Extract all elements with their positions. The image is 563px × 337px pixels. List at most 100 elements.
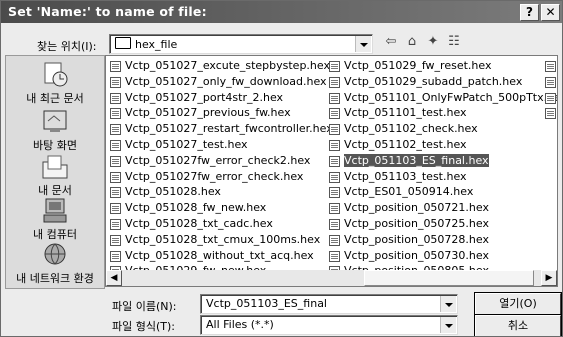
- file-name: Vctp_051027_previous_fw.hex: [125, 106, 291, 120]
- horizontal-scrollbar[interactable]: ◀ ▶: [106, 270, 557, 286]
- chevron-down-icon[interactable]: [440, 317, 456, 333]
- file-item[interactable]: V: [543, 90, 557, 106]
- look-in-label: 찾는 위치(I):: [37, 40, 97, 53]
- file-column: VVVV: [543, 58, 557, 121]
- hex-file-icon: [329, 171, 340, 183]
- back-icon[interactable]: ⇦: [382, 34, 400, 50]
- hex-file-icon: [329, 155, 340, 167]
- file-item[interactable]: Vctp_position_050728.hex: [327, 232, 543, 248]
- file-item[interactable]: Vctp_051027fw_error_check.hex: [108, 169, 326, 185]
- file-item[interactable]: Vctp_051028_txt_cadc.hex: [108, 216, 326, 232]
- file-name: Vctp_051029_fw_reset.hex: [344, 59, 492, 72]
- file-item[interactable]: Vctp_051101_test.hex: [327, 105, 543, 121]
- help-button[interactable]: ?: [520, 4, 539, 21]
- view-menu-icon[interactable]: ☷: [445, 34, 463, 50]
- file-name: Vctp_051028_fw_new.hex: [125, 201, 267, 215]
- file-item[interactable]: Vctp_position_050721.hex: [327, 200, 543, 216]
- new-folder-icon[interactable]: ✦: [424, 34, 442, 50]
- file-type-select[interactable]: All Files (*.*): [200, 315, 458, 335]
- file-item[interactable]: V: [543, 105, 557, 121]
- file-name-field[interactable]: Vctp_051103_ES_final: [200, 294, 458, 314]
- scrollbar-thumb[interactable]: [364, 270, 534, 286]
- cancel-button[interactable]: 취소: [475, 315, 561, 336]
- file-item[interactable]: Vctp_051029_fw_reset.hex: [327, 58, 543, 74]
- title-bar[interactable]: Set 'Name:' to name of file: ? ✕: [1, 1, 562, 23]
- place-label: 바탕 화면: [33, 139, 77, 152]
- file-name: Vctp_051028_txt_cmux_100ms.hex: [125, 232, 321, 246]
- file-name: Vctp_051102_check.hex: [344, 122, 478, 136]
- close-button[interactable]: ✕: [541, 4, 560, 21]
- place-network[interactable]: 내 네트워크 환경: [6, 240, 104, 286]
- file-item[interactable]: Vctp_051027_test.hex: [108, 137, 326, 153]
- file-item[interactable]: Vctp_051101_OnlyFwPatch_500pTtx.hex: [327, 90, 557, 106]
- file-name: Vctp_051027fw_error_check2.hex: [125, 153, 311, 167]
- file-item[interactable]: Vctp_051027_restart_fwcontroller.hex: [108, 121, 333, 137]
- file-name: Vctp_051028.hex: [125, 185, 221, 199]
- file-name: Vctp_051103_test.hex: [344, 169, 467, 183]
- hex-file-icon: [329, 234, 340, 246]
- hex-file-icon: [110, 61, 121, 72]
- file-type-value: All Files (*.*): [206, 318, 274, 331]
- place-recent[interactable]: 내 최근 문서: [6, 60, 104, 106]
- hex-file-icon: [110, 108, 121, 120]
- file-name: Vctp_051103_ES_final.hex: [344, 153, 489, 167]
- file-name: Vctp_051028_txt_cadc.hex: [125, 216, 273, 230]
- file-item[interactable]: Vctp_051028.hex: [108, 184, 326, 200]
- hex-file-icon: [110, 124, 121, 136]
- file-name: Vctp_051028_without_txt_acq.hex: [125, 248, 314, 262]
- file-item[interactable]: Vctp_051027_previous_fw.hex: [108, 105, 326, 121]
- file-name: Vctp_051029_subadd_patch.hex: [344, 74, 523, 88]
- file-item[interactable]: Vctp_051029_subadd_patch.hex: [327, 74, 543, 90]
- file-item[interactable]: Vctp_position_050725.hex: [327, 216, 543, 232]
- hex-file-icon: [329, 108, 340, 120]
- open-button[interactable]: 열기(O): [475, 293, 561, 315]
- hex-file-icon: [545, 76, 556, 88]
- file-item[interactable]: Vctp_051027fw_error_check2.hex: [108, 153, 326, 169]
- file-name-label: 파일 이름(N):: [112, 300, 177, 313]
- up-folder-icon[interactable]: ⌂: [403, 34, 421, 50]
- hex-file-icon: [545, 61, 556, 72]
- hex-file-icon: [329, 124, 340, 136]
- look-in-combo[interactable]: hex_file: [109, 34, 373, 54]
- file-item[interactable]: V: [543, 58, 557, 74]
- file-list[interactable]: Vctp_051027_excute_stepbystep.hex Vctp_05…: [105, 55, 558, 287]
- chevron-down-icon[interactable]: [440, 296, 456, 312]
- place-desktop[interactable]: 바탕 화면: [6, 107, 104, 153]
- hex-file-icon: [110, 139, 121, 151]
- file-name: Vctp_051027_restart_fwcontroller.hex: [125, 122, 333, 136]
- hex-file-icon: [329, 250, 340, 262]
- hex-file-icon: [329, 61, 340, 72]
- file-item[interactable]: Vctp_position_050730.hex: [327, 248, 543, 264]
- file-item[interactable]: Vctp_051028_txt_cmux_100ms.hex: [108, 232, 326, 248]
- file-item[interactable]: Vctp_051103_ES_final.hex: [327, 153, 543, 169]
- file-item[interactable]: V: [543, 74, 557, 90]
- file-name: Vctp_position_050725.hex: [344, 216, 489, 230]
- places-bar: 내 최근 문서 바탕 화면 내 문서 내 컴퓨터 내 네트워크 환경: [5, 55, 105, 289]
- scroll-left-button[interactable]: ◀: [106, 270, 122, 286]
- file-item[interactable]: Vctp_051102_check.hex: [327, 121, 543, 137]
- file-item[interactable]: Vctp_051103_test.hex: [327, 169, 543, 185]
- file-item[interactable]: Vctp_051028_without_txt_acq.hex: [108, 248, 326, 264]
- file-name: Vctp_position_050721.hex: [344, 201, 489, 215]
- hex-file-icon: [110, 203, 121, 215]
- file-name: Vctp_051027_test.hex: [125, 137, 248, 151]
- file-type-label: 파일 형식(T):: [112, 320, 175, 333]
- file-item[interactable]: Vctp_051102_test.hex: [327, 137, 543, 153]
- file-item[interactable]: Vctp_ES01_050914.hex: [327, 184, 543, 200]
- hex-file-icon: [110, 234, 121, 246]
- file-item[interactable]: Vctp_051027_only_fw_download.hex: [108, 74, 327, 90]
- hex-file-icon: [110, 171, 121, 183]
- chevron-down-icon[interactable]: [355, 36, 371, 52]
- desktop-icon: [39, 107, 71, 137]
- place-my-computer[interactable]: 내 컴퓨터: [6, 196, 104, 242]
- place-my-documents[interactable]: 내 문서: [6, 152, 104, 198]
- scroll-right-button[interactable]: ▶: [541, 270, 557, 286]
- file-item[interactable]: Vctp_051027_excute_stepbystep.hex: [108, 58, 330, 74]
- file-name-value: Vctp_051103_ES_final: [206, 297, 327, 310]
- hex-file-icon: [110, 250, 121, 262]
- file-item[interactable]: Vctp_051028_fw_new.hex: [108, 200, 326, 216]
- hex-file-icon: [110, 155, 121, 167]
- file-item[interactable]: Vctp_051027_port4str_2.hex: [108, 90, 326, 106]
- hex-file-icon: [329, 76, 340, 88]
- hex-file-icon: [110, 76, 121, 88]
